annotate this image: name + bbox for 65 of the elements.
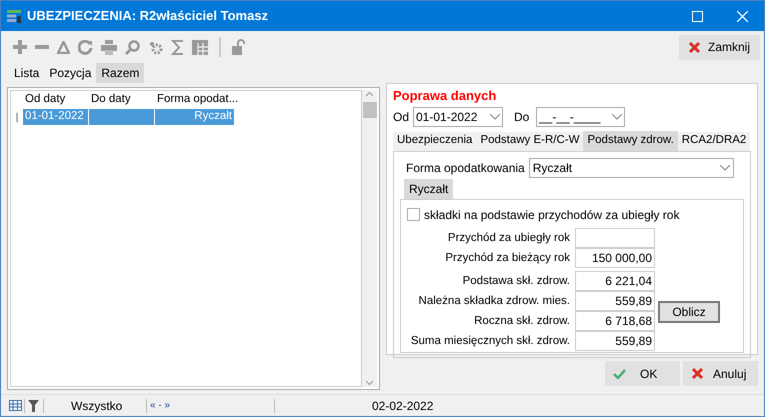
status-date: 02-02-2022 [372, 398, 434, 414]
tab[interactable]: Podstawy E-R/C-W [476, 132, 584, 150]
column-header[interactable]: Do daty [89, 91, 155, 109]
chevron-icon [490, 114, 500, 120]
cancel-button[interactable]: Anuluj [683, 361, 758, 386]
cross-icon [688, 42, 700, 52]
plus-icon[interactable] [13, 40, 27, 54]
close-button[interactable]: Zamknij [678, 34, 760, 60]
column-header[interactable]: Od daty [23, 91, 89, 109]
refresh-icon[interactable] [78, 40, 93, 54]
navigation-link[interactable]: « - » [150, 398, 274, 413]
close-icon[interactable] [737, 10, 748, 22]
from-date-picker[interactable]: 01-01-2022 [413, 106, 503, 126]
tab[interactable]: Podstawy zdrow. [583, 130, 678, 150]
input-field[interactable]: 6 221,04 [575, 271, 655, 291]
from-label: Od [393, 108, 410, 126]
ok-button[interactable]: OK [605, 361, 680, 386]
window-title: UBEZPIECZENIA: R2właściciel Tomasz [27, 7, 268, 26]
input-field[interactable] [575, 228, 655, 248]
filter-icon[interactable] [28, 400, 39, 412]
chevron-icon [720, 164, 730, 170]
field-label: Przychód za bieżący rok [445, 250, 570, 266]
printer-icon[interactable] [101, 40, 117, 54]
field-label: Podstawa skł. zdrow. [462, 274, 570, 289]
gears-icon[interactable] [148, 40, 163, 54]
tax-form-label: Forma opodatkowania [406, 160, 525, 176]
to-date-picker[interactable]: __-__-____ [536, 106, 625, 126]
field-label: Przychód za ubiegły rok [448, 230, 570, 246]
triangle-icon[interactable] [57, 40, 70, 54]
input-field[interactable]: 150 000,00 [575, 248, 655, 268]
calculate-button[interactable]: Oblicz [658, 300, 720, 322]
tab[interactable]: Lista [9, 63, 44, 83]
checkmark-icon [613, 368, 626, 378]
sigma-icon[interactable] [171, 40, 184, 54]
app-icon [7, 9, 21, 23]
field-label: Roczna skł. zdrow. [474, 314, 570, 329]
search-icon[interactable] [125, 40, 140, 54]
tab[interactable]: Pozycja [44, 63, 96, 83]
tab[interactable]: Ubezpieczenia [393, 132, 476, 150]
chevron-icon [612, 114, 622, 120]
tab[interactable]: Razem [96, 63, 144, 83]
checkbox[interactable] [407, 208, 420, 221]
table-cell: 01-01-2022 [23, 109, 89, 125]
tab[interactable]: Ryczałt [404, 178, 454, 198]
table-icon[interactable] [9, 400, 22, 411]
input-field[interactable]: 559,89 [575, 291, 655, 311]
field-label: Należna składka zdrow. mies. [418, 294, 570, 309]
row-indicator: | [14, 110, 20, 124]
maximize-icon[interactable] [692, 10, 703, 22]
cross-icon [692, 368, 703, 379]
input-field[interactable]: 559,89 [575, 331, 655, 351]
tab[interactable]: RCA2/DRA2 [678, 132, 750, 150]
to-label: Do [514, 108, 530, 126]
field-label: Suma miesięcznych skł. zdrow. [410, 334, 570, 349]
input-field[interactable]: 6 718,68 [575, 311, 655, 331]
padlock-icon[interactable] [232, 39, 246, 55]
filter-label: Wszystko [71, 398, 124, 414]
columns-icon[interactable] [192, 40, 208, 54]
scrollbar[interactable] [362, 90, 377, 387]
column-header[interactable]: Forma opodat... [155, 91, 235, 109]
table-cell: Ryczałt [155, 109, 235, 125]
scrollbar-thumb[interactable] [362, 102, 376, 118]
form-title: Poprawa danych [393, 87, 498, 105]
tax-form-dropdown[interactable]: Ryczałt [528, 158, 734, 178]
checkbox-label: składki na podstawie przychodów za ubiegły rok [424, 206, 680, 224]
